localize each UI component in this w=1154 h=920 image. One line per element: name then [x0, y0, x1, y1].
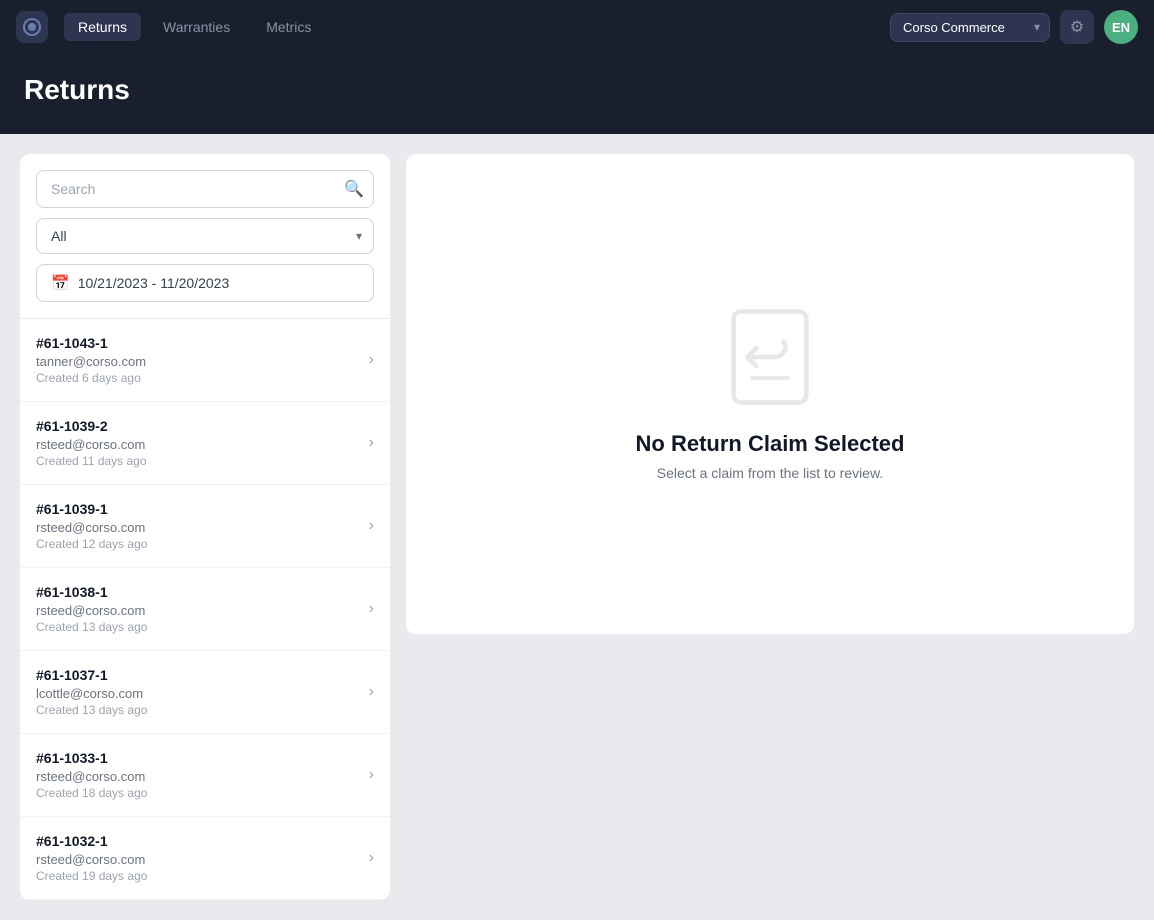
page-title: Returns — [24, 74, 1130, 106]
chevron-right-icon: › — [369, 517, 374, 535]
chevron-right-icon: › — [369, 351, 374, 369]
claim-item[interactable]: #61-1033-1 rsteed@corso.com Created 18 d… — [20, 734, 390, 817]
claim-id: #61-1039-2 — [36, 418, 361, 434]
claim-id: #61-1039-1 — [36, 501, 361, 517]
store-select[interactable]: Corso Commerce — [890, 13, 1050, 42]
claim-item-info: #61-1039-1 rsteed@corso.com Created 12 d… — [36, 501, 361, 551]
calendar-icon: 📅 — [51, 274, 70, 292]
claim-date: Created 13 days ago — [36, 620, 361, 634]
claim-item[interactable]: #61-1039-1 rsteed@corso.com Created 12 d… — [20, 485, 390, 568]
settings-button[interactable]: ⚙ — [1060, 10, 1094, 44]
gear-icon: ⚙ — [1070, 17, 1084, 37]
search-input[interactable] — [36, 170, 374, 208]
chevron-right-icon: › — [369, 683, 374, 701]
claim-item[interactable]: #61-1038-1 rsteed@corso.com Created 13 d… — [20, 568, 390, 651]
nav-item-warranties[interactable]: Warranties — [149, 13, 244, 41]
claim-id: #61-1032-1 — [36, 833, 361, 849]
claim-email: rsteed@corso.com — [36, 437, 361, 452]
chevron-right-icon: › — [369, 600, 374, 618]
claim-date: Created 6 days ago — [36, 371, 361, 385]
filter-section: 🔍 All 📅 10/21/2023 - 11/20/2023 — [20, 154, 390, 319]
date-range-label: 10/21/2023 - 11/20/2023 — [78, 275, 230, 291]
left-panel: 🔍 All 📅 10/21/2023 - 11/20/2023 #61-1043… — [20, 154, 390, 900]
claim-item-info: #61-1038-1 rsteed@corso.com Created 13 d… — [36, 584, 361, 634]
avatar[interactable]: EN — [1104, 10, 1138, 44]
navbar: Returns Warranties Metrics Corso Commerc… — [0, 0, 1154, 54]
claim-item[interactable]: #61-1043-1 tanner@corso.com Created 6 da… — [20, 319, 390, 402]
search-icon: 🔍 — [344, 181, 364, 198]
claim-item-info: #61-1037-1 lcottle@corso.com Created 13 … — [36, 667, 361, 717]
chevron-right-icon: › — [369, 434, 374, 452]
nav-item-returns[interactable]: Returns — [64, 13, 141, 41]
empty-state-title: No Return Claim Selected — [636, 431, 905, 457]
logo[interactable] — [16, 11, 48, 43]
store-select-wrap: Corso Commerce — [890, 13, 1050, 42]
claim-item-info: #61-1032-1 rsteed@corso.com Created 19 d… — [36, 833, 361, 883]
claim-date: Created 12 days ago — [36, 537, 361, 551]
search-button[interactable]: 🔍 — [344, 179, 364, 199]
claim-email: rsteed@corso.com — [36, 852, 361, 867]
date-range-picker[interactable]: 📅 10/21/2023 - 11/20/2023 — [36, 264, 374, 302]
claim-id: #61-1037-1 — [36, 667, 361, 683]
claim-item[interactable]: #61-1032-1 rsteed@corso.com Created 19 d… — [20, 817, 390, 900]
claim-date: Created 13 days ago — [36, 703, 361, 717]
claim-item-info: #61-1033-1 rsteed@corso.com Created 18 d… — [36, 750, 361, 800]
claim-item-info: #61-1043-1 tanner@corso.com Created 6 da… — [36, 335, 361, 385]
claim-id: #61-1043-1 — [36, 335, 361, 351]
right-panel: No Return Claim Selected Select a claim … — [406, 154, 1134, 634]
status-filter-wrap: All — [36, 218, 374, 254]
claim-item[interactable]: #61-1037-1 lcottle@corso.com Created 13 … — [20, 651, 390, 734]
chevron-right-icon: › — [369, 766, 374, 784]
page-header: Returns — [0, 54, 1154, 134]
chevron-right-icon: › — [369, 849, 374, 867]
claim-item[interactable]: #61-1039-2 rsteed@corso.com Created 11 d… — [20, 402, 390, 485]
search-wrap: 🔍 — [36, 170, 374, 208]
navbar-right: Corso Commerce ⚙ EN — [890, 10, 1138, 44]
claim-item-info: #61-1039-2 rsteed@corso.com Created 11 d… — [36, 418, 361, 468]
empty-icon — [725, 307, 815, 407]
status-filter-select[interactable]: All — [36, 218, 374, 254]
claim-email: rsteed@corso.com — [36, 769, 361, 784]
nav-item-metrics[interactable]: Metrics — [252, 13, 325, 41]
empty-state: No Return Claim Selected Select a claim … — [596, 267, 945, 521]
claim-id: #61-1033-1 — [36, 750, 361, 766]
claim-date: Created 19 days ago — [36, 869, 361, 883]
claim-email: rsteed@corso.com — [36, 603, 361, 618]
claim-email: rsteed@corso.com — [36, 520, 361, 535]
return-receipt-icon — [725, 307, 815, 407]
empty-state-subtitle: Select a claim from the list to review. — [636, 465, 905, 481]
logo-mark — [23, 18, 41, 36]
claim-email: lcottle@corso.com — [36, 686, 361, 701]
claim-id: #61-1038-1 — [36, 584, 361, 600]
main-content: 🔍 All 📅 10/21/2023 - 11/20/2023 #61-1043… — [0, 134, 1154, 920]
claim-date: Created 11 days ago — [36, 454, 361, 468]
claim-date: Created 18 days ago — [36, 786, 361, 800]
claim-email: tanner@corso.com — [36, 354, 361, 369]
claim-list: #61-1043-1 tanner@corso.com Created 6 da… — [20, 319, 390, 900]
